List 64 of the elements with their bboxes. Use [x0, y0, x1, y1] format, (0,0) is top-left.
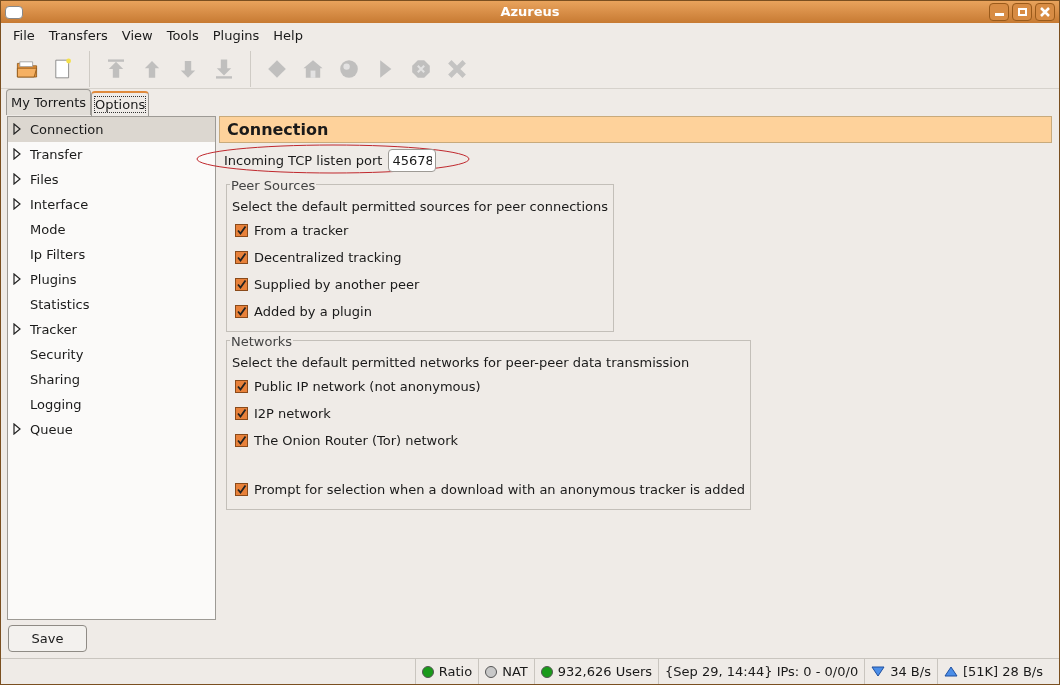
- expander-icon[interactable]: [13, 123, 21, 135]
- tree-item[interactable]: Security: [8, 342, 215, 367]
- checkbox-label: I2P network: [254, 404, 331, 423]
- maximize-button[interactable]: [1012, 3, 1032, 21]
- section-header: Connection: [219, 116, 1052, 143]
- tree-item[interactable]: Statistics: [8, 292, 215, 317]
- tab[interactable]: My Torrents: [6, 88, 91, 115]
- checkbox[interactable]: [235, 483, 248, 496]
- tree-item[interactable]: Connection: [8, 117, 215, 142]
- menu-item[interactable]: Help: [267, 24, 309, 48]
- close-button[interactable]: [1035, 3, 1055, 21]
- menu-item[interactable]: Transfers: [42, 24, 114, 48]
- menu-item[interactable]: File: [7, 24, 41, 48]
- tree-item[interactable]: Interface: [8, 192, 215, 217]
- status-text: {Sep 29, 14:44} IPs: 0 - 0/0/0: [665, 662, 859, 681]
- group-description: Select the default permitted networks for peer-peer data transmission: [232, 354, 691, 373]
- checkbox-label: Added by a plugin: [254, 302, 372, 321]
- tree-item[interactable]: Files: [8, 167, 215, 192]
- checkbox-label: The Onion Router (Tor) network: [254, 431, 459, 450]
- expander-icon[interactable]: [13, 148, 21, 160]
- checkbox-label: From a tracker: [254, 221, 349, 240]
- checkbox[interactable]: [235, 434, 248, 447]
- expander-icon[interactable]: [13, 423, 21, 435]
- tree-item[interactable]: Logging: [8, 392, 215, 417]
- status-text: Ratio: [438, 662, 473, 681]
- checkbox-label: Decentralized tracking: [254, 248, 402, 267]
- expander-icon[interactable]: [13, 173, 21, 185]
- menu-item[interactable]: Tools: [160, 24, 205, 48]
- tree-item[interactable]: Queue: [8, 417, 215, 442]
- tab[interactable]: Options: [91, 90, 150, 116]
- checkbox-label: Public IP network (not anonymous): [254, 377, 481, 396]
- tree-item[interactable]: Ip Filters: [8, 242, 215, 267]
- expander-icon[interactable]: [13, 198, 21, 210]
- port-label: Incoming TCP listen port: [224, 151, 383, 170]
- close-icon[interactable]: [1040, 7, 1050, 17]
- status-text: [51K] 28 B/s: [962, 662, 1043, 681]
- checkbox[interactable]: [235, 305, 248, 318]
- group-description: Select the default permitted sources for peer connections: [232, 198, 608, 217]
- expander-icon[interactable]: [13, 323, 21, 335]
- minimize-button[interactable]: [989, 3, 1009, 21]
- menu-item[interactable]: View: [115, 24, 159, 48]
- checkbox[interactable]: [235, 278, 248, 291]
- checkbox-label: Supplied by another peer: [254, 275, 420, 294]
- tree-item[interactable]: Sharing: [8, 367, 215, 392]
- upload-arrow-icon: [943, 666, 958, 677]
- checkbox-label: Prompt for selection when a download with an anonymous tracker is added: [254, 480, 745, 499]
- window-title: Azureus: [500, 3, 560, 22]
- save-button[interactable]: Save: [8, 625, 87, 652]
- tree-item[interactable]: Mode: [8, 217, 215, 242]
- expander-icon[interactable]: [13, 273, 21, 285]
- status-text: 932,626 Users: [557, 662, 653, 681]
- status-text: 34 B/s: [890, 662, 931, 681]
- tree-item[interactable]: Plugins: [8, 267, 215, 292]
- tree-item[interactable]: Transfer: [8, 142, 215, 167]
- tree-item[interactable]: Tracker: [8, 317, 215, 342]
- checkbox[interactable]: [235, 224, 248, 237]
- port-input[interactable]: 45678: [388, 149, 437, 172]
- status-text: NAT: [502, 662, 528, 681]
- checkbox[interactable]: [235, 251, 248, 264]
- window-menu-icon[interactable]: [5, 5, 23, 19]
- checkbox[interactable]: [235, 407, 248, 420]
- download-arrow-icon: [871, 666, 886, 677]
- checkbox[interactable]: [235, 380, 248, 393]
- menu-item[interactable]: Plugins: [206, 24, 266, 48]
